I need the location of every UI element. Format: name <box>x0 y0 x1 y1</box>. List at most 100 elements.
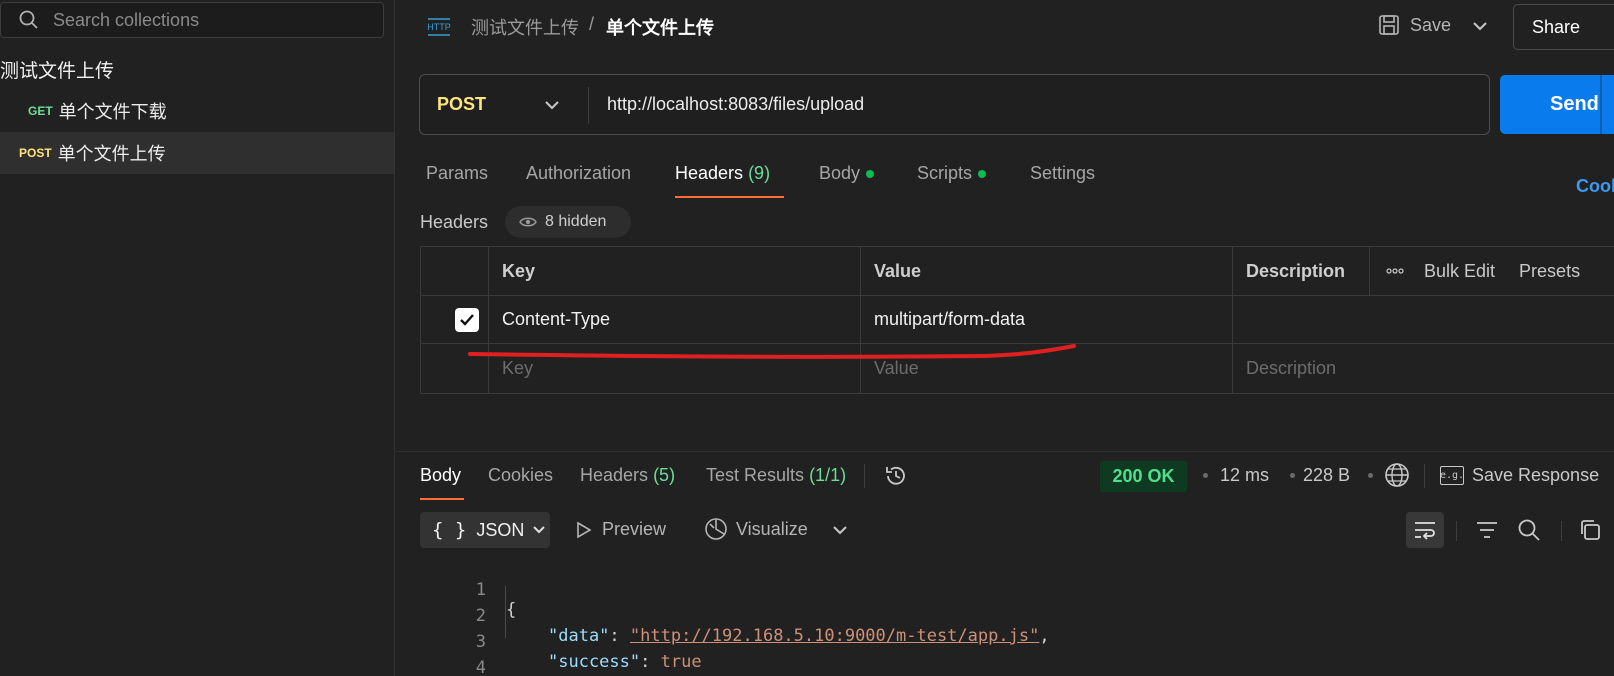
tab-params[interactable]: Params <box>426 163 488 184</box>
code-line: 3 "success": true <box>420 612 702 672</box>
method-select[interactable]: POST <box>437 94 486 115</box>
breadcrumb-collection[interactable]: 测试文件上传 <box>471 14 579 40</box>
meta-separator-dot <box>1203 473 1208 478</box>
line-number: 4 <box>475 658 486 676</box>
status-dot-icon <box>978 170 987 179</box>
active-tab-indicator <box>420 498 464 500</box>
status-badge[interactable]: 200 OK <box>1100 461 1187 492</box>
meta-separator-dot <box>1368 473 1373 478</box>
chevron-down-icon[interactable] <box>832 524 848 536</box>
visualize-button[interactable]: Visualize <box>704 517 808 541</box>
save-button[interactable]: Save <box>1378 14 1451 36</box>
header-value-cell[interactable]: multipart/form-data <box>860 296 1232 343</box>
meta-separator-dot <box>1290 473 1295 478</box>
response-size[interactable]: 228 B <box>1303 465 1350 486</box>
eye-icon <box>519 217 537 227</box>
preview-button[interactable]: Preview <box>576 519 666 540</box>
breadcrumb-request-title[interactable]: 单个文件上传 <box>606 14 714 40</box>
save-label: Save <box>1410 14 1452 35</box>
tab-settings[interactable]: Settings <box>1030 163 1095 184</box>
table-row: Content-Type multipart/form-data <box>421 296 1614 344</box>
tab-headers-count: (9) <box>748 163 771 183</box>
response-tab-cookies[interactable]: Cookies <box>488 465 553 486</box>
row-checkbox-cell <box>421 296 488 343</box>
headers-table: Key Value Description Bulk Edit Presets <box>420 246 1614 394</box>
search-icon <box>19 10 38 29</box>
search-collections-box[interactable] <box>0 2 384 38</box>
request-header-bar: HTTP 测试文件上传 / 单个文件上传 Save Share <box>396 0 1614 56</box>
tab-headers[interactable]: Headers (9) <box>675 163 770 184</box>
globe-icon[interactable] <box>1384 462 1410 488</box>
chevron-down-icon[interactable] <box>1472 20 1488 32</box>
url-input[interactable]: http://localhost:8083/files/upload <box>607 94 864 115</box>
send-dropdown-divider <box>1600 75 1602 134</box>
code-line: 2 "data": "http://192.168.5.10:9000/m-te… <box>420 586 1050 646</box>
history-icon[interactable] <box>883 463 909 489</box>
json-open-brace: { <box>506 600 517 620</box>
key-column-header: Key <box>488 247 860 295</box>
sidebar: 测试文件上传 GET 单个文件下载 POST 单个文件上传 <box>0 0 395 676</box>
search-input[interactable] <box>51 8 351 32</box>
tab-headers-label: Headers <box>675 163 744 183</box>
http-request-icon: HTTP <box>427 18 451 36</box>
json-key: "data" <box>548 626 610 646</box>
status-dot-icon <box>866 170 875 179</box>
presets-button[interactable]: Presets <box>1519 261 1580 282</box>
json-boolean: true <box>660 652 702 672</box>
chevron-down-icon <box>533 526 546 534</box>
send-button[interactable]: Send <box>1500 75 1614 134</box>
json-colon: : <box>640 652 661 672</box>
response-tab-headers[interactable]: Headers (5) <box>580 465 675 486</box>
save-icon <box>1379 15 1399 35</box>
collection-name[interactable]: 测试文件上传 <box>0 56 114 83</box>
copy-icon[interactable] <box>1578 518 1602 542</box>
request-name: 单个文件下载 <box>58 102 167 123</box>
json-colon: : <box>609 626 630 646</box>
row-enabled-checkbox[interactable] <box>455 307 479 332</box>
visualize-icon <box>705 518 727 540</box>
value-column-header: Value <box>860 247 1232 295</box>
new-description-input[interactable]: Description <box>1232 344 1614 393</box>
hidden-headers-toggle[interactable]: 8 hidden <box>505 206 631 238</box>
checkmark-icon <box>460 313 474 326</box>
sidebar-request-get-download[interactable]: GET 单个文件下载 <box>0 90 394 132</box>
header-value: multipart/form-data <box>874 309 1026 329</box>
tab-body[interactable]: Body <box>819 163 875 184</box>
header-description-cell[interactable] <box>1232 296 1614 343</box>
share-button[interactable]: Share <box>1513 4 1614 50</box>
play-icon <box>577 521 592 538</box>
more-options-icon[interactable] <box>1386 268 1404 274</box>
response-format-select[interactable]: { } JSON <box>420 512 550 548</box>
toolbar-separator <box>1456 521 1457 541</box>
response-time[interactable]: 12 ms <box>1220 465 1269 486</box>
method-tag-post: POST <box>19 146 52 160</box>
response-tab-body[interactable]: Body <box>420 465 461 486</box>
method-tag-get: GET <box>28 104 53 118</box>
chevron-down-icon[interactable] <box>544 99 560 111</box>
tab-scripts[interactable]: Scripts <box>917 163 987 184</box>
cookies-link[interactable]: Cook <box>1576 176 1614 197</box>
toolbar-separator <box>1561 521 1562 541</box>
code-line: 4 } <box>420 638 486 676</box>
send-label: Send <box>1550 93 1599 115</box>
header-key: Content-Type <box>502 309 611 329</box>
active-tab-indicator <box>675 196 784 198</box>
key-column-label: Key <box>502 260 536 281</box>
header-key-cell[interactable]: Content-Type <box>488 296 860 343</box>
search-icon[interactable] <box>1517 518 1541 542</box>
bulk-edit-button[interactable]: Bulk Edit <box>1424 261 1495 282</box>
json-string-link[interactable]: "http://192.168.5.10:9000/m-test/app.js" <box>630 626 1039 646</box>
response-divider <box>396 451 1614 452</box>
tab-separator <box>864 464 865 488</box>
visualize-label: Visualize <box>736 518 808 539</box>
tab-body-label: Body <box>819 163 861 183</box>
sidebar-request-post-upload[interactable]: POST 单个文件上传 <box>0 132 394 174</box>
tab-authorization[interactable]: Authorization <box>526 163 631 184</box>
save-example-icon[interactable]: e.g. <box>1440 466 1464 485</box>
save-response-button[interactable]: Save Response <box>1472 465 1599 486</box>
filter-icon[interactable] <box>1475 518 1499 542</box>
wrap-lines-button[interactable] <box>1406 512 1444 548</box>
response-tab-test-results[interactable]: Test Results (1/1) <box>706 465 846 486</box>
response-format-label: JSON <box>476 519 525 540</box>
test-results-count: (1/1) <box>809 465 847 485</box>
